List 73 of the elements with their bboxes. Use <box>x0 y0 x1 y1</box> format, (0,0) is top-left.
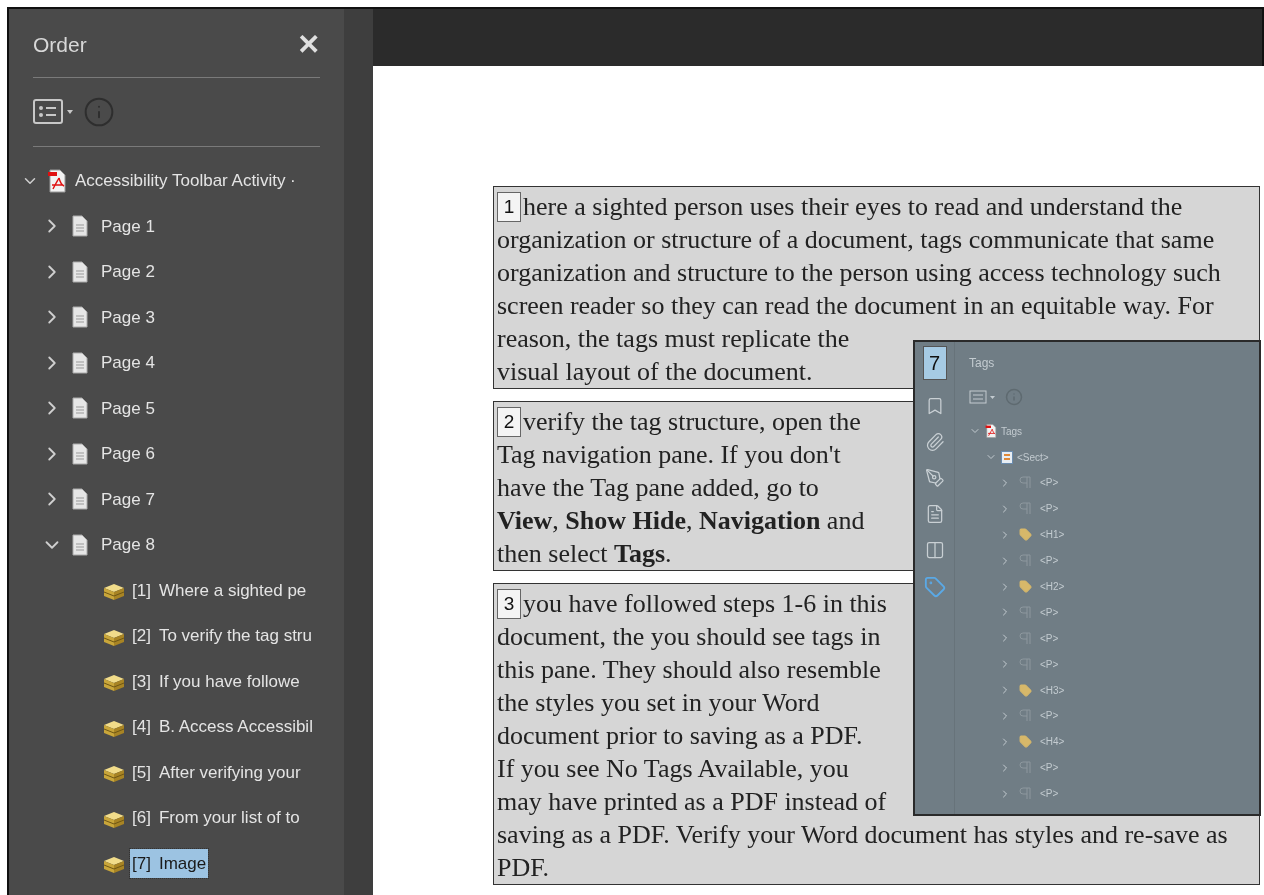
page-icon <box>71 306 89 329</box>
paragraph-icon <box>1019 502 1032 516</box>
paragraph-line: PDF. <box>497 852 550 884</box>
page-icon <box>71 488 89 511</box>
signature-icon[interactable] <box>924 468 945 488</box>
paragraph-icon <box>1019 761 1032 775</box>
paragraph-icon <box>1019 787 1032 801</box>
panel-title: Order <box>33 32 87 58</box>
tree-item[interactable]: Page 4 <box>101 350 155 376</box>
tree-item[interactable]: [3] If you have followe <box>130 666 302 696</box>
paragraph-line: visual layout of the document. <box>497 356 813 388</box>
tree-item[interactable]: [5] After verifying your <box>130 757 303 787</box>
info-icon[interactable] <box>83 95 115 128</box>
tree-item[interactable]: [1] Where a sighted pe <box>130 575 309 605</box>
close-button[interactable]: ✕ <box>297 30 320 59</box>
paragraph-icon <box>1019 476 1032 490</box>
page-icon <box>71 351 89 374</box>
paragraph-icon <box>1019 554 1032 568</box>
tree-item[interactable]: Page 8 <box>101 532 155 558</box>
paragraph-line: have the Tag pane added, go to <box>497 472 819 504</box>
paragraph-icon <box>1019 657 1032 671</box>
paragraph-line: you have followed steps 1-6 in this <box>523 588 887 620</box>
pdf-file-icon <box>47 169 67 193</box>
pdf-file-icon <box>985 423 997 439</box>
paragraph-line: saving as a PDF. Verify your Word document has styles and re-save as <box>497 819 1228 851</box>
paragraph-line: then select Tags. <box>497 538 672 570</box>
pane-title: Tags <box>969 355 996 372</box>
page-icon <box>71 215 89 238</box>
tree-item[interactable]: [6] From your list of to <box>130 803 302 833</box>
tag-icon <box>1019 735 1032 749</box>
paragraph-icon <box>1019 605 1032 619</box>
tag-icon <box>1019 528 1032 542</box>
paragraph-line: organization and structure to the person using access technology such <box>497 257 1221 289</box>
tag-number-label: 2 <box>497 406 521 437</box>
paperclip-icon[interactable] <box>924 432 945 452</box>
tree-item[interactable]: Page 1 <box>101 213 155 239</box>
tag-number-label: 7 <box>922 346 947 380</box>
tree-item[interactable]: Page 3 <box>101 304 155 330</box>
paragraph-line: the styles you set in your Word <box>497 687 820 719</box>
tree-item[interactable]: [4] B. Access Accessibil <box>130 712 315 742</box>
page-icon <box>71 442 89 465</box>
section-icon <box>1001 450 1013 464</box>
paragraph-line: here a sighted person uses their eyes to read and understand the <box>523 191 1183 223</box>
paragraph-line: organization or structure of a document, tags communicate that same <box>497 224 1215 256</box>
paragraph-line: this pane. They should also resemble <box>497 654 881 686</box>
paragraph-line: If you see No Tags Available, you <box>497 753 849 785</box>
tree-item[interactable]: Page 6 <box>101 441 155 467</box>
tree-item[interactable]: Accessibility Toolbar Activity · <box>75 168 296 194</box>
tree-item[interactable]: Page 5 <box>101 395 155 421</box>
page-icon <box>71 397 89 420</box>
tag-icon[interactable] <box>923 576 946 598</box>
tag-icon <box>1019 683 1032 697</box>
tag-number-label: 3 <box>497 588 521 619</box>
options-icon[interactable] <box>33 98 75 125</box>
tag-number-label: 1 <box>497 191 521 222</box>
paragraph-line: View, Show Hide, Navigation and <box>497 505 865 537</box>
paragraph-line: verify the tag structure, open the <box>523 406 861 438</box>
paragraph-line: document, the you should see tags in <box>497 621 881 653</box>
paragraph-line: document prior to saving as a PDF. <box>497 720 863 752</box>
paragraph-line: screen reader so they can read the document in an equitable way. For <box>497 290 1214 322</box>
paragraph-icon <box>1019 631 1032 645</box>
paragraph-line: reason, the tags must replicate the <box>497 323 850 355</box>
paragraph-icon <box>1019 709 1032 723</box>
page-icon <box>71 533 89 556</box>
page-icon <box>71 260 89 283</box>
tree-item[interactable]: Page 7 <box>101 486 155 512</box>
tree-item[interactable]: [2] To verify the tag stru <box>130 621 314 651</box>
tree-item[interactable]: [7] Image <box>130 848 209 878</box>
paragraph-line: Tag navigation pane. If you don't <box>497 439 841 471</box>
paragraph-line: may have printed as a PDF instead of <box>497 786 887 818</box>
compare-icon[interactable] <box>924 540 945 560</box>
tree-item[interactable]: Page 2 <box>101 259 155 285</box>
tag-icon <box>1019 580 1032 593</box>
